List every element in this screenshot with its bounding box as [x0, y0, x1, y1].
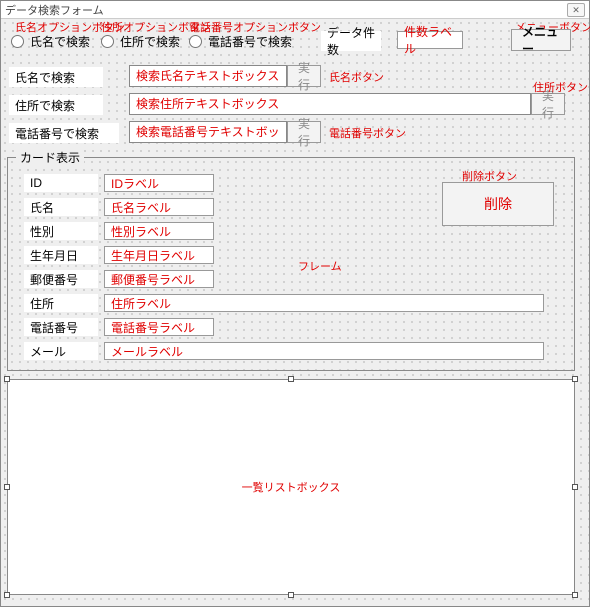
anno-frame: フレーム: [298, 258, 342, 274]
card-sex-value: 性別ラベル: [104, 222, 214, 240]
radio-name-input[interactable]: [11, 35, 24, 48]
count-label: データ件数: [321, 31, 381, 51]
design-surface: 氏名オプションボタン 住所オプションボタン 電話番号オプションボタン メニューボ…: [1, 19, 589, 606]
radio-addr[interactable]: 住所で検索: [101, 33, 180, 50]
window-title: データ検索フォーム: [5, 2, 104, 18]
search-name-input[interactable]: [129, 65, 287, 87]
handle-icon: [288, 592, 294, 598]
close-icon[interactable]: ✕: [567, 3, 585, 17]
radio-tel[interactable]: 電話番号で検索: [189, 33, 292, 50]
anno-name-button: 氏名ボタン: [329, 69, 384, 85]
radio-tel-input[interactable]: [189, 35, 202, 48]
listbox[interactable]: 一覧リストボックス: [7, 379, 575, 595]
card-zip-label: 郵便番号: [24, 270, 98, 288]
search-addr-label: 住所で検索: [9, 95, 103, 115]
titlebar: データ検索フォーム ✕: [1, 1, 589, 19]
form-window: データ検索フォーム ✕ 氏名オプションボタン 住所オプションボタン 電話番号オプ…: [0, 0, 590, 607]
card-name-label: 氏名: [24, 198, 98, 216]
anno-listbox: 一覧リストボックス: [242, 479, 341, 495]
card-birth-label: 生年月日: [24, 246, 98, 264]
count-value: 件数ラベル: [397, 31, 463, 49]
handle-icon: [288, 376, 294, 382]
card-sex-label: 性別: [24, 222, 98, 240]
card-tel-value: 電話番号ラベル: [104, 318, 214, 336]
frame-title: カード表示: [16, 149, 84, 166]
handle-icon: [4, 484, 10, 490]
search-tel-input[interactable]: [129, 121, 287, 143]
radio-tel-label: 電話番号で検索: [208, 33, 292, 50]
search-name-exec[interactable]: 実行: [287, 65, 321, 87]
search-tel-label: 電話番号で検索: [9, 123, 119, 143]
radio-name-label: 氏名で検索: [30, 33, 90, 50]
search-addr-exec[interactable]: 実行: [531, 93, 565, 115]
handle-icon: [4, 376, 10, 382]
search-name-label: 氏名で検索: [9, 67, 103, 87]
card-tel-label: 電話番号: [24, 318, 98, 336]
card-birth-value: 生年月日ラベル: [104, 246, 214, 264]
handle-icon: [572, 376, 578, 382]
card-id-value: IDラベル: [104, 174, 214, 192]
card-addr-label: 住所: [24, 294, 98, 312]
card-name-value: 氏名ラベル: [104, 198, 214, 216]
card-id-label: ID: [24, 174, 98, 192]
radio-name[interactable]: 氏名で検索: [11, 33, 90, 50]
handle-icon: [4, 592, 10, 598]
radio-addr-label: 住所で検索: [120, 33, 180, 50]
handle-icon: [572, 592, 578, 598]
delete-button[interactable]: 削除: [442, 182, 554, 226]
card-frame: カード表示 削除ボタン 削除 フレーム ID IDラベル 氏名 氏名ラベル 性別…: [7, 157, 575, 371]
search-tel-exec[interactable]: 実行: [287, 121, 321, 143]
search-addr-input[interactable]: [129, 93, 531, 115]
radio-addr-input[interactable]: [101, 35, 114, 48]
card-mail-value: メールラベル: [104, 342, 544, 360]
menu-button[interactable]: メニュー: [511, 29, 571, 51]
handle-icon: [572, 484, 578, 490]
anno-tel-button: 電話番号ボタン: [329, 125, 406, 141]
card-mail-label: メール: [24, 342, 98, 360]
card-zip-value: 郵便番号ラベル: [104, 270, 214, 288]
card-addr-value: 住所ラベル: [104, 294, 544, 312]
